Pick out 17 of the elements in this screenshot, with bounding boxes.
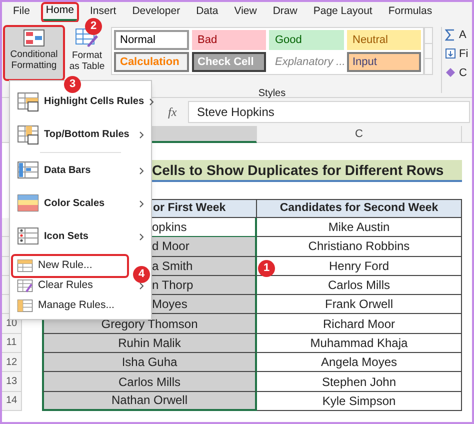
table-cell: Nathan Orwell <box>42 392 257 411</box>
table-cell: Christiano Robbins <box>257 237 462 257</box>
group-label: Styles <box>258 87 286 101</box>
table-cell: Angela Moyes <box>257 353 462 372</box>
fx-label: fx <box>168 104 178 121</box>
table-cell: Muhammad Khaja <box>257 334 462 354</box>
table-cell: Frank Orwell <box>257 295 462 314</box>
table-cell: Mike Austin <box>257 218 462 238</box>
table-cell: Carlos Mills <box>257 276 462 296</box>
column-heading: Candidates for Second Week <box>257 199 462 218</box>
table-cell: Richard Moor <box>257 314 462 334</box>
table-cell: Ruhin Malik <box>42 334 257 354</box>
table-cell: Isha Guha <box>42 353 257 372</box>
table-cell: Carlos Mills <box>42 372 257 392</box>
table-cell: Kyle Simpson <box>257 392 462 411</box>
table-cell: Stephen John <box>257 372 462 392</box>
step-badge: 1 <box>258 260 275 277</box>
